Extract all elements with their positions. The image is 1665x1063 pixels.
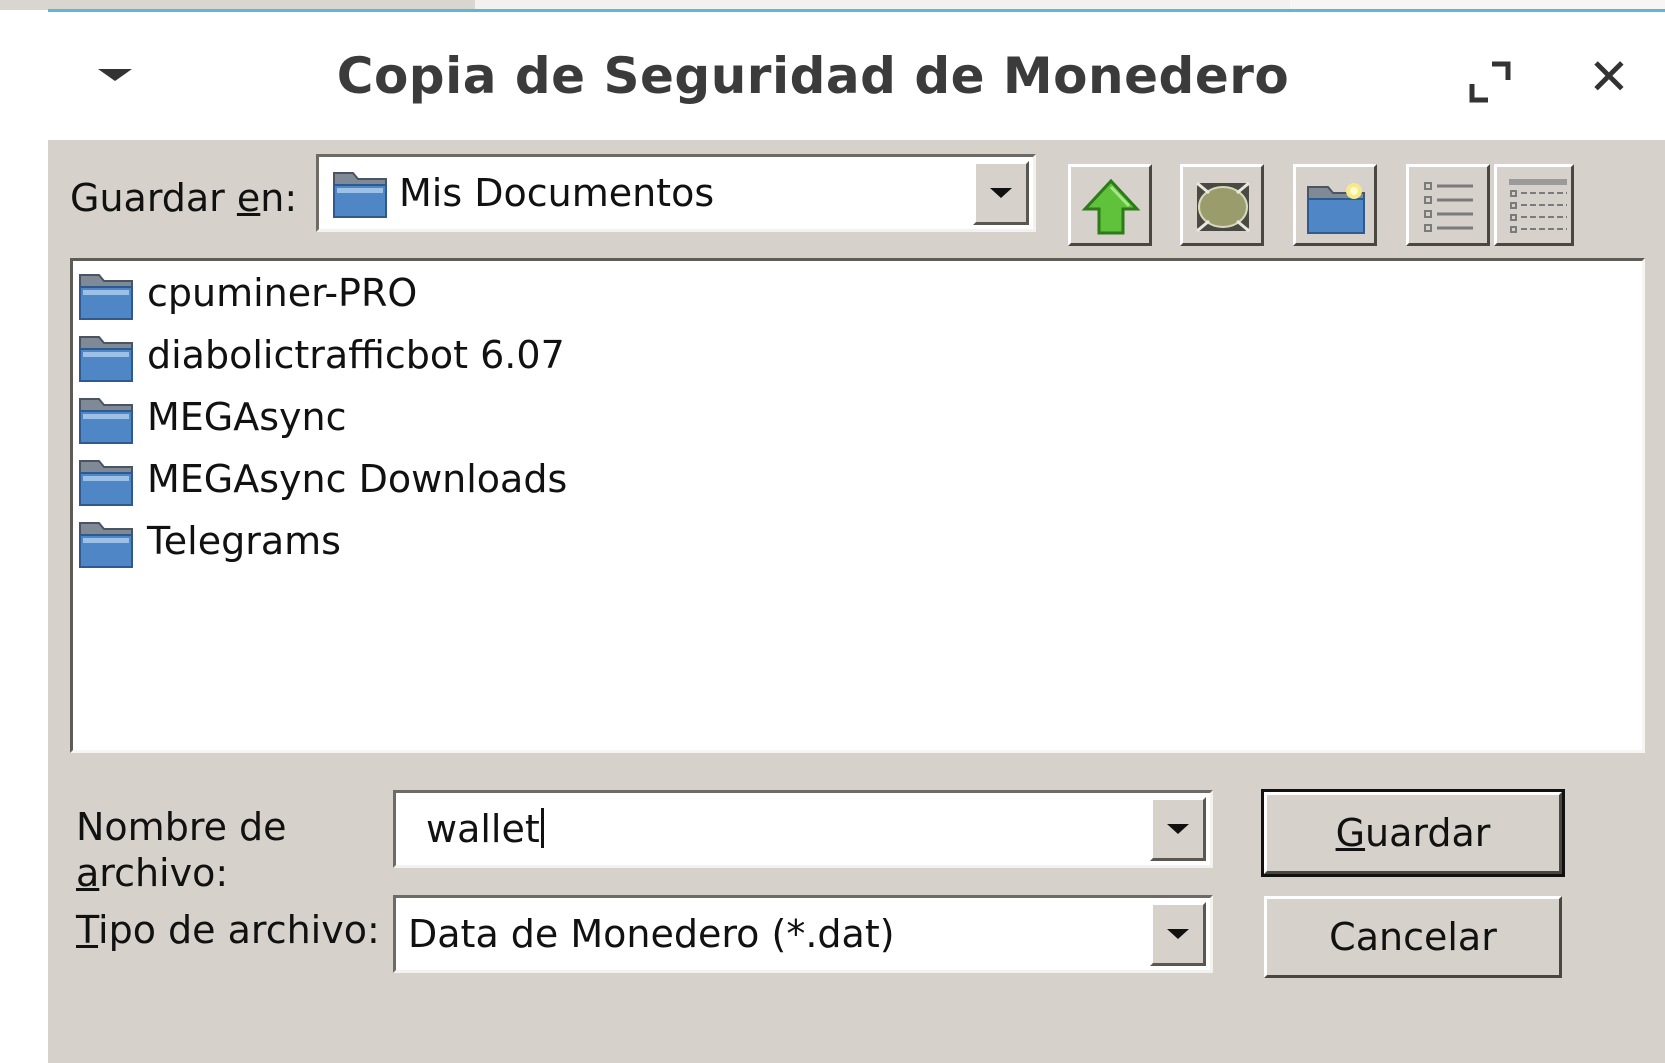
chevron-down-icon: [1167, 824, 1189, 834]
title-bar[interactable]: Copia de Seguridad de Monedero ✕: [48, 12, 1665, 140]
chevron-down-icon: [990, 188, 1012, 198]
save-in-value: Mis Documentos: [399, 171, 715, 215]
maximize-icon[interactable]: [1468, 60, 1512, 104]
file-name: MEGAsync: [147, 395, 347, 439]
text-caret: [540, 808, 544, 848]
list-view-button[interactable]: [1406, 164, 1490, 246]
filetype-dropdown-button[interactable]: [1150, 902, 1206, 966]
home-icon: [1196, 181, 1250, 233]
filename-value: wallet: [426, 807, 544, 851]
new-folder-icon: [1307, 183, 1365, 234]
chevron-down-icon: [1167, 929, 1189, 939]
up-folder-icon: [1081, 178, 1141, 235]
save-button-label: uardar: [1365, 811, 1491, 855]
folder-icon: [79, 336, 133, 382]
filename-label-line1: Nombre de: [76, 805, 287, 849]
folder-icon: [79, 460, 133, 506]
top-strip: [0, 0, 1665, 12]
window-title: Copia de Seguridad de Monedero: [336, 47, 1290, 105]
file-list[interactable]: cpuminer-PRO diabolictrafficbot 6.07 MEG…: [70, 258, 1645, 753]
folder-icon: [79, 274, 133, 320]
list-view-icon: [1424, 182, 1473, 232]
filename-value-text: wallet: [426, 807, 540, 851]
file-name: Telegrams: [147, 519, 341, 563]
save-button-mnemonic: G: [1335, 811, 1366, 855]
save-in-label: Guardar en:: [70, 176, 297, 220]
save-in-label-pre: Guardar: [70, 176, 237, 220]
file-name: MEGAsync Downloads: [147, 457, 568, 501]
folder-icon: [79, 398, 133, 444]
filename-label: Nombre de archivo:: [76, 804, 287, 896]
file-name: cpuminer-PRO: [147, 271, 418, 315]
save-dialog: Guardar en: Mis Documentos cpuminer-PRO …: [48, 140, 1665, 1063]
save-in-combobox[interactable]: Mis Documentos: [316, 154, 1036, 232]
filetype-value: Data de Monedero (*.dat): [408, 912, 895, 956]
filename-label-line2: archivo:: [76, 850, 287, 896]
filetype-label-rest: ipo de archivo:: [98, 908, 380, 952]
save-in-dropdown-button[interactable]: [973, 161, 1029, 225]
close-icon[interactable]: ✕: [1588, 52, 1630, 102]
folder-icon: [79, 522, 133, 568]
filetype-label: Tipo de archivo:: [76, 908, 380, 952]
cancel-button[interactable]: Cancelar: [1264, 896, 1562, 978]
file-name: diabolictrafficbot 6.07: [147, 333, 565, 377]
home-button[interactable]: [1180, 164, 1264, 246]
details-view-icon: [1509, 179, 1567, 233]
save-in-label-mnemonic: e: [236, 176, 261, 220]
filename-dropdown-button[interactable]: [1150, 797, 1206, 861]
filename-label-mnemonic: a: [76, 851, 100, 895]
new-folder-button[interactable]: [1293, 164, 1377, 246]
filetype-select[interactable]: Data de Monedero (*.dat): [393, 895, 1213, 973]
save-in-label-post: n:: [260, 176, 298, 220]
filename-label-rest: rchivo:: [99, 851, 229, 895]
folder-icon: [333, 172, 387, 218]
up-folder-button[interactable]: [1068, 164, 1152, 246]
filetype-label-mnemonic: T: [76, 908, 99, 952]
details-view-button[interactable]: [1494, 164, 1574, 246]
save-button[interactable]: Guardar: [1261, 789, 1565, 877]
filename-input[interactable]: wallet: [393, 790, 1213, 868]
